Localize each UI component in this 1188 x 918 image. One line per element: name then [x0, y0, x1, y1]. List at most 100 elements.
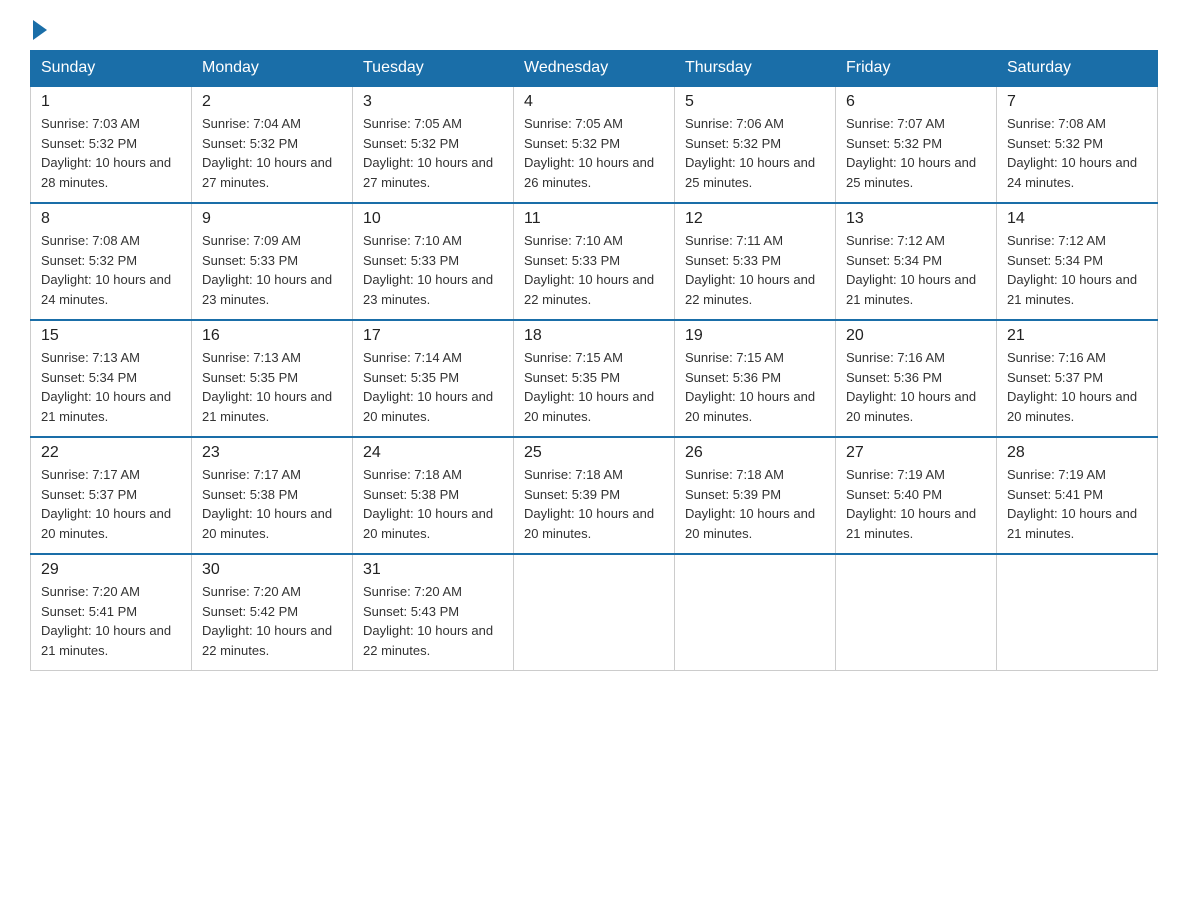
day-number: 23 [202, 444, 342, 462]
day-info: Sunrise: 7:08 AMSunset: 5:32 PMDaylight:… [41, 231, 181, 309]
day-info: Sunrise: 7:16 AMSunset: 5:36 PMDaylight:… [846, 348, 986, 426]
day-info: Sunrise: 7:03 AMSunset: 5:32 PMDaylight:… [41, 114, 181, 192]
calendar-day-cell: 21Sunrise: 7:16 AMSunset: 5:37 PMDayligh… [997, 320, 1158, 437]
calendar-day-cell: 23 Sunrise: 7:17 AMSunset: 5:38 PMDayligh… [192, 437, 353, 554]
day-number: 6 [846, 93, 986, 111]
calendar-empty-cell [514, 554, 675, 671]
day-number: 19 [685, 327, 825, 345]
calendar-day-cell: 31 Sunrise: 7:20 AMSunset: 5:43 PMDayligh… [353, 554, 514, 671]
day-number: 18 [524, 327, 664, 345]
calendar-empty-cell [675, 554, 836, 671]
day-number: 12 [685, 210, 825, 228]
calendar-day-cell: 2 Sunrise: 7:04 AMSunset: 5:32 PMDaylight… [192, 86, 353, 203]
day-info: Sunrise: 7:09 AMSunset: 5:33 PMDaylight:… [202, 231, 342, 309]
day-info: Sunrise: 7:06 AMSunset: 5:32 PMDaylight:… [685, 114, 825, 192]
day-info: Sunrise: 7:15 AMSunset: 5:35 PMDaylight:… [524, 348, 664, 426]
day-info: Sunrise: 7:17 AMSunset: 5:37 PMDaylight:… [41, 465, 181, 543]
calendar-day-cell: 18 Sunrise: 7:15 AMSunset: 5:35 PMDayligh… [514, 320, 675, 437]
day-info: Sunrise: 7:13 AMSunset: 5:35 PMDaylight:… [202, 348, 342, 426]
calendar-day-cell: 12 Sunrise: 7:11 AMSunset: 5:33 PMDayligh… [675, 203, 836, 320]
day-info: Sunrise: 7:19 AMSunset: 5:41 PMDaylight:… [1007, 465, 1147, 543]
calendar-day-cell: 5 Sunrise: 7:06 AMSunset: 5:32 PMDaylight… [675, 86, 836, 203]
day-info: Sunrise: 7:07 AMSunset: 5:32 PMDaylight:… [846, 114, 986, 192]
day-info: Sunrise: 7:20 AMSunset: 5:41 PMDaylight:… [41, 582, 181, 660]
day-info: Sunrise: 7:16 AMSunset: 5:37 PMDaylight:… [1007, 348, 1147, 426]
calendar-day-cell: 17 Sunrise: 7:14 AMSunset: 5:35 PMDayligh… [353, 320, 514, 437]
day-info: Sunrise: 7:05 AMSunset: 5:32 PMDaylight:… [363, 114, 503, 192]
day-info: Sunrise: 7:11 AMSunset: 5:33 PMDaylight:… [685, 231, 825, 309]
calendar-day-cell: 6 Sunrise: 7:07 AMSunset: 5:32 PMDaylight… [836, 86, 997, 203]
calendar-day-cell: 24 Sunrise: 7:18 AMSunset: 5:38 PMDayligh… [353, 437, 514, 554]
weekday-header-row: SundayMondayTuesdayWednesdayThursdayFrid… [31, 51, 1158, 87]
weekday-header-monday: Monday [192, 51, 353, 87]
calendar-day-cell: 28 Sunrise: 7:19 AMSunset: 5:41 PMDayligh… [997, 437, 1158, 554]
calendar-day-cell: 14 Sunrise: 7:12 AMSunset: 5:34 PMDayligh… [997, 203, 1158, 320]
day-info: Sunrise: 7:05 AMSunset: 5:32 PMDaylight:… [524, 114, 664, 192]
day-info: Sunrise: 7:13 AMSunset: 5:34 PMDaylight:… [41, 348, 181, 426]
calendar-week-row: 8 Sunrise: 7:08 AMSunset: 5:32 PMDaylight… [31, 203, 1158, 320]
day-info: Sunrise: 7:18 AMSunset: 5:39 PMDaylight:… [685, 465, 825, 543]
day-number: 20 [846, 327, 986, 345]
calendar-day-cell: 22Sunrise: 7:17 AMSunset: 5:37 PMDayligh… [31, 437, 192, 554]
day-info: Sunrise: 7:15 AMSunset: 5:36 PMDaylight:… [685, 348, 825, 426]
day-number: 17 [363, 327, 503, 345]
weekday-header-sunday: Sunday [31, 51, 192, 87]
day-info: Sunrise: 7:08 AMSunset: 5:32 PMDaylight:… [1007, 114, 1147, 192]
day-number: 1 [41, 93, 181, 111]
day-number: 2 [202, 93, 342, 111]
calendar-day-cell: 8 Sunrise: 7:08 AMSunset: 5:32 PMDaylight… [31, 203, 192, 320]
day-number: 25 [524, 444, 664, 462]
day-info: Sunrise: 7:10 AMSunset: 5:33 PMDaylight:… [363, 231, 503, 309]
day-info: Sunrise: 7:18 AMSunset: 5:39 PMDaylight:… [524, 465, 664, 543]
calendar-day-cell: 15 Sunrise: 7:13 AMSunset: 5:34 PMDayligh… [31, 320, 192, 437]
calendar-week-row: 29 Sunrise: 7:20 AMSunset: 5:41 PMDayligh… [31, 554, 1158, 671]
calendar-week-row: 15 Sunrise: 7:13 AMSunset: 5:34 PMDayligh… [31, 320, 1158, 437]
weekday-header-friday: Friday [836, 51, 997, 87]
calendar-empty-cell [836, 554, 997, 671]
day-info: Sunrise: 7:04 AMSunset: 5:32 PMDaylight:… [202, 114, 342, 192]
day-info: Sunrise: 7:17 AMSunset: 5:38 PMDaylight:… [202, 465, 342, 543]
day-number: 31 [363, 561, 503, 579]
calendar-day-cell: 10 Sunrise: 7:10 AMSunset: 5:33 PMDayligh… [353, 203, 514, 320]
day-number: 7 [1007, 93, 1147, 111]
weekday-header-tuesday: Tuesday [353, 51, 514, 87]
day-number: 27 [846, 444, 986, 462]
calendar-day-cell: 30 Sunrise: 7:20 AMSunset: 5:42 PMDayligh… [192, 554, 353, 671]
day-number: 14 [1007, 210, 1147, 228]
day-number: 5 [685, 93, 825, 111]
calendar-day-cell: 27 Sunrise: 7:19 AMSunset: 5:40 PMDayligh… [836, 437, 997, 554]
calendar-day-cell: 16 Sunrise: 7:13 AMSunset: 5:35 PMDayligh… [192, 320, 353, 437]
day-number: 9 [202, 210, 342, 228]
day-number: 24 [363, 444, 503, 462]
day-number: 15 [41, 327, 181, 345]
calendar-week-row: 22Sunrise: 7:17 AMSunset: 5:37 PMDayligh… [31, 437, 1158, 554]
calendar-day-cell: 26Sunrise: 7:18 AMSunset: 5:39 PMDayligh… [675, 437, 836, 554]
day-number: 30 [202, 561, 342, 579]
day-number: 29 [41, 561, 181, 579]
day-info: Sunrise: 7:20 AMSunset: 5:42 PMDaylight:… [202, 582, 342, 660]
day-info: Sunrise: 7:19 AMSunset: 5:40 PMDaylight:… [846, 465, 986, 543]
day-number: 28 [1007, 444, 1147, 462]
calendar-day-cell: 4 Sunrise: 7:05 AMSunset: 5:32 PMDaylight… [514, 86, 675, 203]
calendar-table: SundayMondayTuesdayWednesdayThursdayFrid… [30, 50, 1158, 671]
calendar-day-cell: 7 Sunrise: 7:08 AMSunset: 5:32 PMDaylight… [997, 86, 1158, 203]
day-info: Sunrise: 7:20 AMSunset: 5:43 PMDaylight:… [363, 582, 503, 660]
day-number: 16 [202, 327, 342, 345]
calendar-day-cell: 11Sunrise: 7:10 AMSunset: 5:33 PMDayligh… [514, 203, 675, 320]
calendar-day-cell: 9 Sunrise: 7:09 AMSunset: 5:33 PMDaylight… [192, 203, 353, 320]
calendar-day-cell: 3Sunrise: 7:05 AMSunset: 5:32 PMDaylight… [353, 86, 514, 203]
day-info: Sunrise: 7:14 AMSunset: 5:35 PMDaylight:… [363, 348, 503, 426]
weekday-header-wednesday: Wednesday [514, 51, 675, 87]
day-number: 10 [363, 210, 503, 228]
calendar-week-row: 1 Sunrise: 7:03 AMSunset: 5:32 PMDaylight… [31, 86, 1158, 203]
calendar-day-cell: 19 Sunrise: 7:15 AMSunset: 5:36 PMDayligh… [675, 320, 836, 437]
calendar-empty-cell [997, 554, 1158, 671]
day-info: Sunrise: 7:12 AMSunset: 5:34 PMDaylight:… [1007, 231, 1147, 309]
day-number: 8 [41, 210, 181, 228]
day-info: Sunrise: 7:12 AMSunset: 5:34 PMDaylight:… [846, 231, 986, 309]
calendar-day-cell: 25 Sunrise: 7:18 AMSunset: 5:39 PMDayligh… [514, 437, 675, 554]
calendar-day-cell: 20 Sunrise: 7:16 AMSunset: 5:36 PMDayligh… [836, 320, 997, 437]
page-header [30, 20, 1158, 40]
day-info: Sunrise: 7:18 AMSunset: 5:38 PMDaylight:… [363, 465, 503, 543]
day-number: 4 [524, 93, 664, 111]
